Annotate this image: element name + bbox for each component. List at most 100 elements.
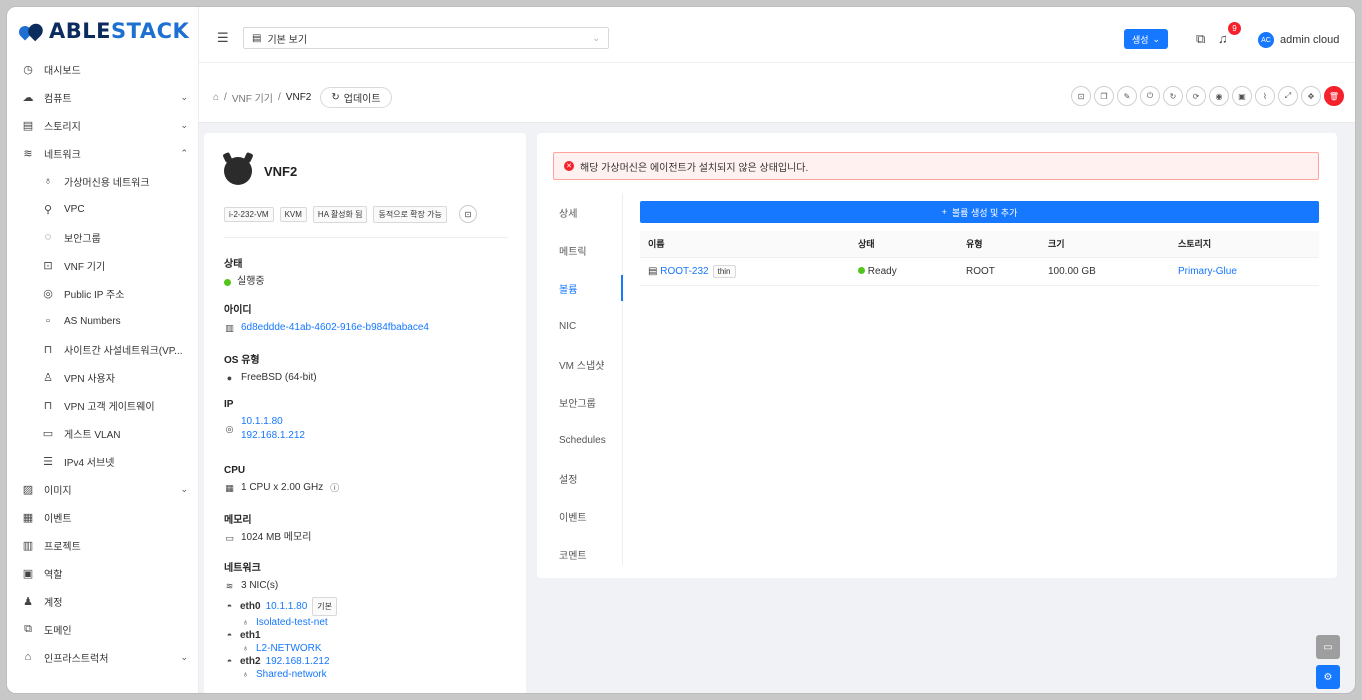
divider (224, 237, 508, 238)
sidebar-item-lower-5[interactable]: ⧉ 도메인 (7, 615, 198, 643)
sidebar-item-lower-1[interactable]: ▦ 이벤트 (7, 503, 198, 531)
sidebar-subitem-8[interactable]: ⊓ VPN 고객 게이트웨이 (7, 391, 198, 419)
translate-icon[interactable]: ⧉ (1196, 31, 1205, 47)
tab-3[interactable]: NIC (537, 307, 622, 345)
sidebar-item-lower-6[interactable]: ⌂ 인프라스트럭처 ⌄ (7, 643, 198, 671)
app-window: ABLESTACK ◷ 대시보드 ☁ 컴퓨트 ⌄ ▤ 스토리지 ⌄ ≋ 네트워크 ⌃ ♁ 가상머신용 … (6, 6, 1356, 694)
vm-tags: i-2-232-VM KVM HA 활성화 됨 동적으로 확장 가능 ⊡ (224, 205, 477, 223)
tab-7[interactable]: 설정 (537, 459, 622, 497)
col-size[interactable]: 크기 (1040, 231, 1170, 258)
sidebar-subitem-2[interactable]: ◌ 보안그룹 (7, 223, 198, 251)
nic-network-link[interactable]: Isolated-test-net (256, 616, 328, 629)
tab-6[interactable]: Schedules (537, 421, 622, 459)
tab-2[interactable]: 볼륨 (537, 269, 623, 307)
edit-icon[interactable]: ✎ (1117, 86, 1137, 106)
sidebar-item-3[interactable]: ≋ 네트워크 ⌃ (7, 139, 198, 167)
apartment-icon: ♁ (43, 175, 53, 187)
tab-4[interactable]: VM 스냅샷 (537, 345, 622, 383)
tab-5[interactable]: 보안그룹 (537, 383, 622, 421)
sidebar-subitem-9[interactable]: ▭ 게스트 VLAN (7, 419, 198, 447)
nic-network-link[interactable]: L2-NETWORK (256, 642, 322, 655)
logo-mark-icon (16, 20, 46, 42)
ip-value-1[interactable]: 10.1.1.80 (241, 415, 305, 429)
volume-storage-link[interactable]: Primary-Glue (1178, 266, 1237, 277)
sidebar-subitem-1[interactable]: ⚲ VPC (7, 195, 198, 223)
add-volume-button[interactable]: + 볼륨 생성 및 추가 (640, 201, 1319, 223)
chevron-icon: ⌄ (180, 651, 188, 662)
username[interactable]: admin cloud (1280, 34, 1339, 46)
plus-icon: + (941, 207, 947, 217)
delete-icon[interactable]: 🗑 (1324, 86, 1344, 106)
power-icon[interactable]: ⏻ (1140, 86, 1160, 106)
hdd-icon: ▤ (648, 265, 658, 277)
sidebar-subitem-5[interactable]: ▫ AS Numbers (7, 307, 198, 335)
sidebar-item-lower-0[interactable]: ▨ 이미지 ⌄ (7, 475, 198, 503)
sidebar-item-lower-2[interactable]: ▥ 프로젝트 (7, 531, 198, 559)
col-state[interactable]: 상태 (850, 231, 958, 258)
sidebar-item-lower-3[interactable]: ▣ 역할 (7, 559, 198, 587)
tab-9[interactable]: 코멘트 (537, 535, 622, 573)
sidebar-item-lower-label: 도메인 (44, 625, 72, 637)
notification-badge: 9 (1228, 22, 1241, 35)
reload-icon: ↻ (331, 92, 340, 103)
breadcrumb-vnf[interactable]: VNF 기기 (232, 90, 273, 105)
nic-ip[interactable]: 192.168.1.212 (266, 655, 330, 668)
home-icon[interactable]: ⌂ (213, 92, 219, 103)
console-icon[interactable]: ⊡ (458, 205, 477, 223)
partition-icon: ▫ (46, 315, 50, 327)
keyboard-icon[interactable]: ▭ (1316, 635, 1340, 659)
tab-0[interactable]: 상세 (537, 193, 622, 231)
avatar[interactable]: AC (1258, 32, 1274, 48)
logo[interactable]: ABLESTACK (7, 7, 198, 55)
nic-network-link[interactable]: Shared-network (256, 668, 327, 681)
gateway-icon: ⊡ (43, 259, 53, 272)
database-icon: ▤ (22, 119, 34, 132)
memory-icon: ▭ (225, 533, 234, 543)
copy-icon[interactable]: ❐ (1094, 86, 1114, 106)
reboot-icon[interactable]: ↻ (1163, 86, 1183, 106)
nic-ip[interactable]: 10.1.1.80 (266, 600, 308, 613)
view-select[interactable]: ▤ 기본 보기 ⌄ (243, 27, 609, 49)
sidebar-subitem-4[interactable]: ◎ Public IP 주소 (7, 279, 198, 307)
sidebar-item-lower-4[interactable]: ♟ 계정 (7, 587, 198, 615)
nic-name: eth1 (240, 630, 261, 641)
volume-name-link[interactable]: ROOT-232 (660, 266, 708, 277)
os-field: OS 유형 ● FreeBSD (64-bit) (224, 351, 317, 385)
sidebar-subitem-10[interactable]: ☰ IPv4 서브넷 (7, 447, 198, 475)
attach-icon[interactable]: ⌇ (1255, 86, 1275, 106)
save-icon[interactable]: ▣ (1232, 86, 1252, 106)
nic-icon: ◓ (226, 601, 233, 611)
tab-8[interactable]: 이벤트 (537, 497, 622, 535)
bell-icon[interactable]: ♫ (1218, 31, 1228, 46)
sidebar-subitem-0[interactable]: ♁ 가상머신용 네트워크 (7, 167, 198, 195)
sync-icon[interactable]: ⟳ (1186, 86, 1206, 106)
sidebar-item-2[interactable]: ▤ 스토리지 ⌄ (7, 111, 198, 139)
tab-1[interactable]: 메트릭 (537, 231, 622, 269)
expand-icon[interactable]: ⤢ (1278, 86, 1298, 106)
refresh-button[interactable]: ↻ 업데이트 (320, 87, 392, 108)
id-value[interactable]: 6d8eddde-41ab-4602-916e-b984fbabace4 (241, 321, 429, 335)
brand-part1: ABLE (49, 19, 111, 43)
menu-fold-icon[interactable]: ☰ (217, 30, 229, 46)
col-type[interactable]: 유형 (958, 231, 1040, 258)
sidebar-subitem-label: Public IP 주소 (64, 289, 125, 301)
breadcrumb-bar: ⌂ / VNF 기기 / VNF2 ↻ 업데이트 ⊡ ❐ ✎ ⏻ ↻ ⟳ ◉ ▣… (199, 63, 1355, 123)
question-circle-icon[interactable]: ⓘ (329, 481, 340, 495)
col-name[interactable]: 이름 (640, 231, 850, 258)
sidebar-subitem-6[interactable]: ⊓ 사이트간 사설네트워크(VP... (7, 335, 198, 363)
settings-gear-icon[interactable]: ⚙ (1316, 665, 1340, 689)
sidebar-subitem-7[interactable]: ♙ VPN 사용자 (7, 363, 198, 391)
ip-value-2[interactable]: 192.168.1.212 (241, 429, 305, 443)
drag-icon[interactable]: ✥ (1301, 86, 1321, 106)
chevron-icon: ⌄ (180, 91, 188, 102)
sidebar-subitem-label: VNF 기기 (64, 261, 106, 273)
col-storage[interactable]: 스토리지 (1170, 231, 1319, 258)
sidebar-item-1[interactable]: ☁ 컴퓨트 ⌄ (7, 83, 198, 111)
sidebar-subitem-3[interactable]: ⊡ VNF 기기 (7, 251, 198, 279)
camera-icon[interactable]: ◉ (1209, 86, 1229, 106)
nic-network: ♁ L2-NETWORK (224, 642, 337, 655)
sidebar-item-0[interactable]: ◷ 대시보드 (7, 55, 198, 83)
console-icon[interactable]: ⊡ (1071, 86, 1091, 106)
create-button[interactable]: 생성 ⌄ (1124, 29, 1168, 49)
cloud-icon: ☁ (22, 91, 34, 104)
